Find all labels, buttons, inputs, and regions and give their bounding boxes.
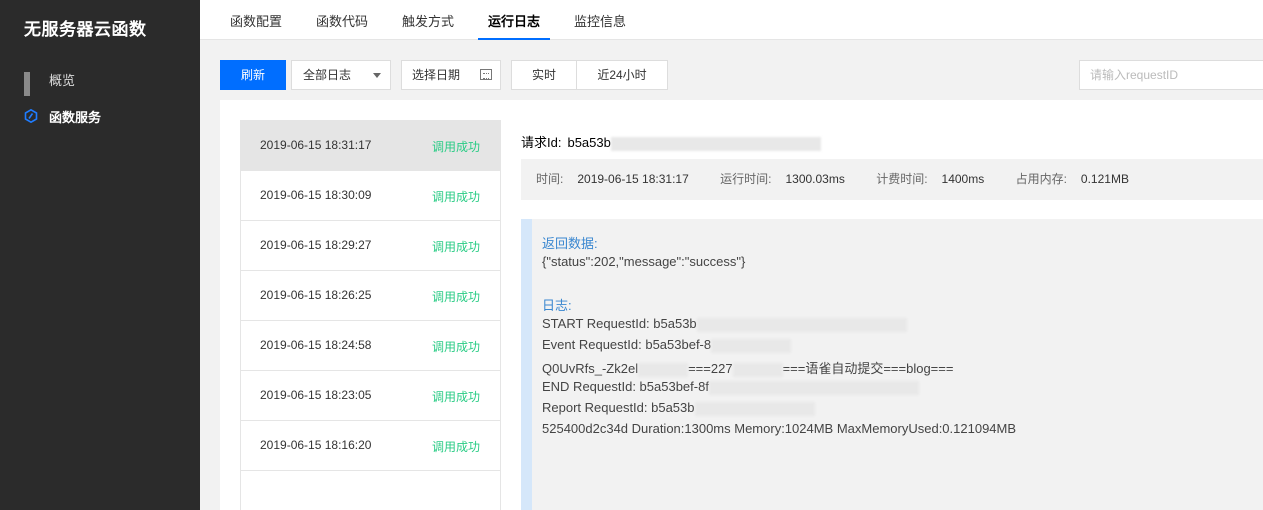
redacted-text <box>708 380 919 395</box>
tab-run-logs[interactable]: 运行日志 <box>478 0 551 40</box>
request-id-value: b5a53b <box>567 135 611 150</box>
chevron-down-icon <box>373 73 381 78</box>
redacted-text <box>638 362 689 377</box>
redacted-text <box>696 317 907 332</box>
log-line: Report RequestId: b5a53b <box>542 400 815 416</box>
redacted-text <box>732 362 783 377</box>
log-status: 调用成功 <box>432 290 481 304</box>
log-time: 2019-06-15 18:23:05 <box>260 388 372 402</box>
request-id: 请求Id: b5a53b <box>521 132 821 151</box>
log-line: START RequestId: b5a53b <box>542 316 907 332</box>
log-filter-select[interactable]: 全部日志 <box>291 60 391 90</box>
date-picker-label: 选择日期 <box>412 68 461 82</box>
log-time: 2019-06-15 18:16:20 <box>260 438 372 452</box>
log-time: 2019-06-15 18:26:25 <box>260 288 372 302</box>
app-title: 无服务器云函数 <box>24 20 147 39</box>
refresh-button[interactable]: 刷新 <box>220 60 286 90</box>
log-status: 调用成功 <box>432 140 481 154</box>
log-filter-value: 全部日志 <box>303 68 352 82</box>
return-data-value: {"status":202,"message":"success"} <box>542 254 746 269</box>
tab-function-config[interactable]: 函数配置 <box>230 0 282 40</box>
request-id-search-input[interactable] <box>1079 60 1263 90</box>
log-time: 2019-06-15 18:29:27 <box>260 238 372 252</box>
log-time: 2019-06-15 18:31:17 <box>260 138 372 152</box>
log-list-item[interactable]: 2019-06-15 18:31:17 调用成功 <box>241 121 500 171</box>
meta-billed-time: 计费时间: 1400ms <box>876 172 985 186</box>
invocation-meta: 时间: 2019-06-15 18:31:17 运行时间: 1300.03ms 计费… <box>521 159 1263 200</box>
tab-trigger[interactable]: 触发方式 <box>402 0 454 40</box>
sidebar-item-function-service[interactable]: 函数服务 <box>0 101 200 131</box>
log-time: 2019-06-15 18:30:09 <box>260 188 372 202</box>
tab-monitoring[interactable]: 监控信息 <box>574 0 626 40</box>
sidebar-item-overview[interactable]: 概览 <box>0 64 200 96</box>
redacted-text <box>711 338 792 353</box>
log-list: 2019-06-15 18:31:17 调用成功 2019-06-15 18:3… <box>240 120 501 510</box>
log-status: 调用成功 <box>432 390 481 404</box>
meta-memory: 占用内存: 0.121MB <box>1015 172 1129 186</box>
log-line: END RequestId: b5a53bef-8f <box>542 379 919 395</box>
log-status: 调用成功 <box>432 240 481 254</box>
log-list-item[interactable]: 2019-06-15 18:26:25 调用成功 <box>241 271 500 321</box>
meta-time: 时间: 2019-06-15 18:31:17 <box>536 172 689 186</box>
redacted-text <box>610 136 821 151</box>
meta-run-time: 运行时间: 1300.03ms <box>720 172 845 186</box>
tab-function-code[interactable]: 函数代码 <box>316 0 368 40</box>
log-line: Event RequestId: b5a53bef-8 <box>542 337 792 353</box>
sidebar-item-label: 概览 <box>49 72 76 88</box>
log-line: 525400d2c34d Duration:1300ms Memory:1024… <box>542 421 1017 436</box>
log-list-item[interactable]: 2019-06-15 18:16:20 调用成功 <box>241 421 500 471</box>
log-title: 日志: <box>542 298 572 313</box>
tab-bar: 函数配置 函数代码 触发方式 运行日志 监控信息 <box>200 0 1263 40</box>
last-24h-button[interactable]: 近24小时 <box>576 60 668 90</box>
redacted-text <box>694 401 815 416</box>
log-list-item[interactable]: 2019-06-15 18:30:09 调用成功 <box>241 171 500 221</box>
log-list-item[interactable]: 2019-06-15 18:23:05 调用成功 <box>241 371 500 421</box>
request-id-label: 请求Id: <box>521 135 562 150</box>
sidebar-item-label: 函数服务 <box>49 109 102 125</box>
log-time: 2019-06-15 18:24:58 <box>260 338 372 352</box>
log-line: Q0UvRfs_-Zk2el ===227 ===语雀自动提交===blog=== <box>542 361 954 377</box>
log-list-item[interactable]: 2019-06-15 18:29:27 调用成功 <box>241 221 500 271</box>
log-detail: 返回数据: {"status":202,"message":"success"}… <box>521 219 1263 510</box>
grid-icon <box>24 72 38 96</box>
log-list-item[interactable]: 2019-06-15 18:24:58 调用成功 <box>241 321 500 371</box>
function-icon <box>24 108 38 124</box>
sidebar: 无服务器云函数 概览 函数服务 <box>0 0 200 510</box>
return-data-title: 返回数据: <box>542 236 598 251</box>
log-status: 调用成功 <box>432 440 481 454</box>
log-status: 调用成功 <box>432 190 481 204</box>
realtime-button[interactable]: 实时 <box>511 60 577 90</box>
calendar-icon <box>480 69 492 80</box>
date-picker[interactable]: 选择日期 <box>401 60 501 90</box>
log-status: 调用成功 <box>432 340 481 354</box>
